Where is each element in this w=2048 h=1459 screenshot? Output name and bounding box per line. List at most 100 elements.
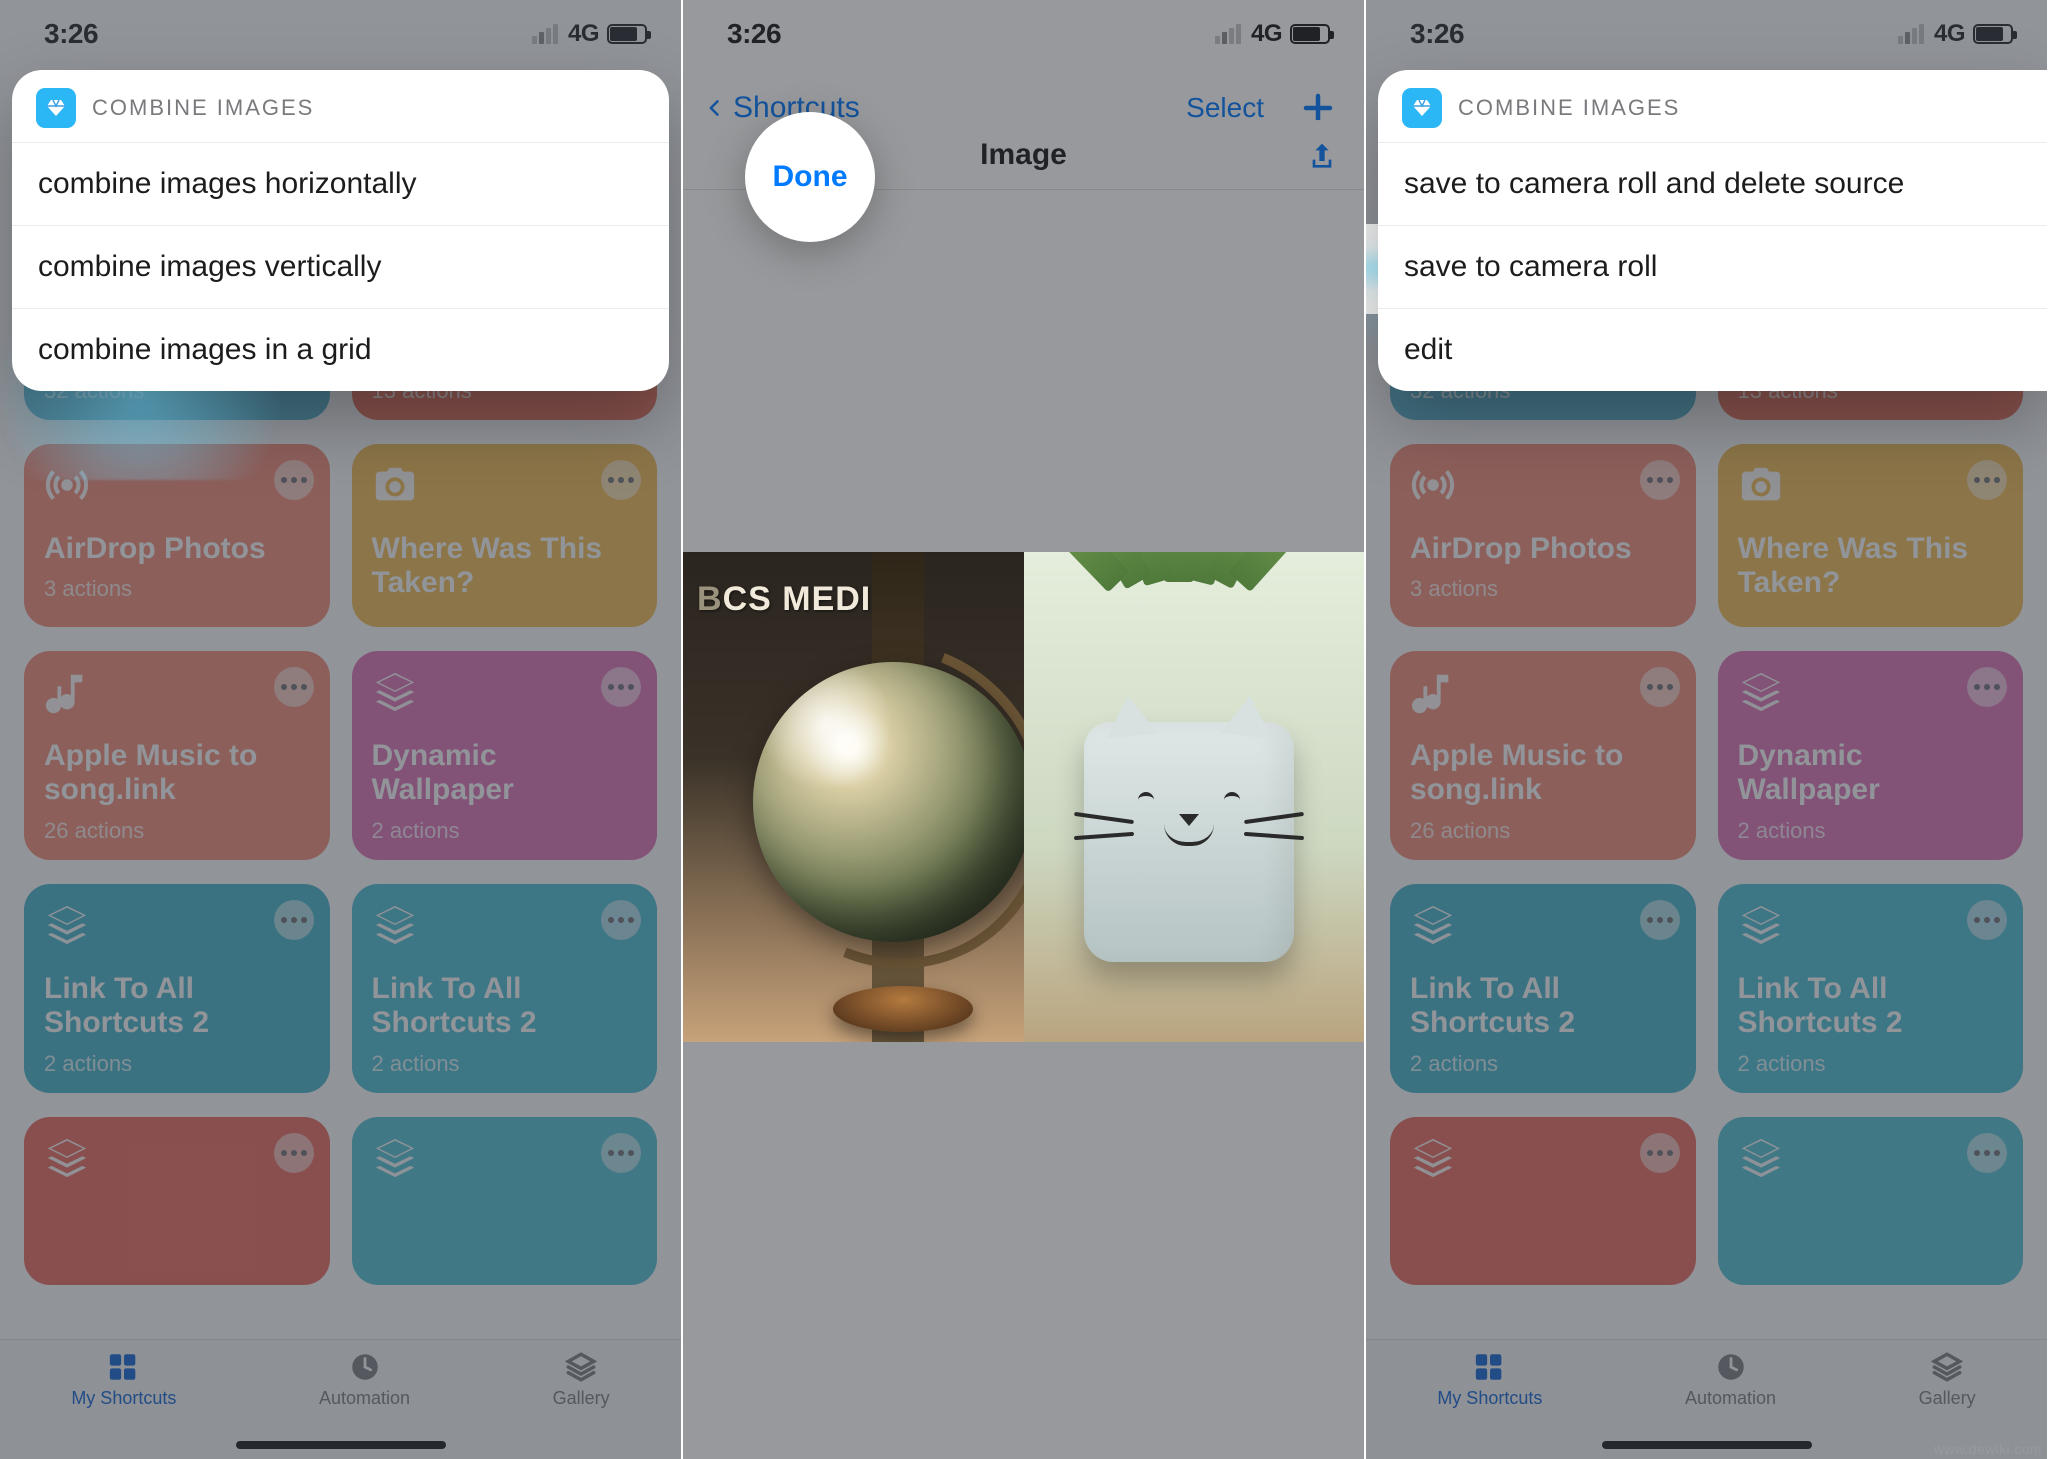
tile-apple-music-link[interactable]: Apple Music to song.link 26 actions	[24, 651, 330, 860]
tile-menu-button[interactable]	[1967, 460, 2007, 500]
tile-menu-button[interactable]	[1967, 900, 2007, 940]
tile-link-all-shortcuts-a[interactable]: Link To All Shortcuts 2 2 actions	[1390, 884, 1696, 1093]
tab-automation[interactable]: Automation	[319, 1350, 410, 1409]
tile-menu-button[interactable]	[274, 1133, 314, 1173]
tile-menu-button[interactable]	[274, 900, 314, 940]
option-vertically[interactable]: combine images vertically	[12, 225, 669, 308]
tab-my-shortcuts[interactable]: My Shortcuts	[71, 1350, 176, 1409]
tile-dynamic-wallpaper[interactable]: Dynamic Wallpaper 2 actions	[1718, 651, 2024, 860]
status-time: 3:26	[1410, 18, 1464, 50]
tile-menu-button[interactable]	[601, 667, 641, 707]
stack-icon	[44, 902, 90, 948]
tile-dynamic-wallpaper[interactable]: Dynamic Wallpaper 2 actions	[352, 651, 658, 860]
tile-title: Dynamic Wallpaper	[1738, 739, 2004, 808]
tile-menu-button[interactable]	[1640, 460, 1680, 500]
tile-airdrop-photos[interactable]: AirDrop Photos 3 actions	[1390, 444, 1696, 627]
stack-icon	[44, 1135, 90, 1181]
stack-icon	[372, 1135, 418, 1181]
stack-icon	[1738, 902, 1784, 948]
action-sheet: COMBINE IMAGES combine images horizontal…	[12, 70, 669, 391]
tab-gallery[interactable]: Gallery	[553, 1350, 610, 1409]
stack-icon	[372, 902, 418, 948]
network-label: 4G	[1934, 20, 1965, 48]
tile-title: Apple Music to song.link	[1410, 739, 1676, 808]
option-save[interactable]: save to camera roll	[1378, 225, 2047, 308]
tile-airdrop-photos[interactable]: AirDrop Photos 3 actions	[24, 444, 330, 627]
succulent-plant	[1064, 552, 1294, 602]
tab-label: Automation	[1685, 1388, 1776, 1409]
stack-soft-icon	[1927, 1350, 1967, 1384]
tab-automation[interactable]: Automation	[1685, 1350, 1776, 1409]
tile-menu-button[interactable]	[601, 1133, 641, 1173]
camera-icon	[1738, 462, 1784, 508]
tile-subtitle: 2 actions	[372, 1051, 638, 1077]
combined-image-preview: BCS MEDIA	[683, 552, 1364, 1042]
tile-title: Link To All Shortcuts 2	[44, 972, 310, 1041]
quicklook-title: Image	[980, 138, 1067, 172]
airdrop-icon	[44, 462, 90, 508]
option-grid[interactable]: combine images in a grid	[12, 308, 669, 391]
tile-subtitle: 3 actions	[44, 576, 310, 602]
done-button[interactable]: Done	[745, 112, 875, 242]
tile-extra-b[interactable]	[1718, 1117, 2024, 1285]
camera-icon	[372, 462, 418, 508]
combine-images-icon	[1402, 88, 1442, 128]
tile-menu-button[interactable]	[1967, 1133, 2007, 1173]
tile-extra-a[interactable]	[1390, 1117, 1696, 1285]
home-indicator[interactable]	[1602, 1441, 1812, 1449]
status-bar: 3:26 4G	[0, 0, 681, 62]
tile-subtitle: 2 actions	[1410, 1051, 1676, 1077]
tab-my-shortcuts[interactable]: My Shortcuts	[1437, 1350, 1542, 1409]
tile-subtitle: 2 actions	[372, 818, 638, 844]
signal-icon	[532, 24, 558, 44]
tile-title: Where Was This Taken?	[1738, 532, 2004, 601]
tile-extra-a[interactable]	[24, 1117, 330, 1285]
phone-screenshot-1: 3:26 4G Shortcuts Select All Shortcuts	[0, 0, 681, 1459]
music-icon	[1410, 669, 1456, 715]
tile-menu-button[interactable]	[274, 460, 314, 500]
tab-label: Automation	[319, 1388, 410, 1409]
status-time: 3:26	[727, 18, 781, 50]
home-indicator[interactable]	[236, 1441, 446, 1449]
tile-title: Apple Music to song.link	[44, 739, 310, 808]
action-sheet-title: COMBINE IMAGES	[1458, 95, 1680, 121]
network-label: 4G	[568, 20, 599, 48]
airdrop-icon	[1410, 462, 1456, 508]
network-label: 4G	[1251, 20, 1282, 48]
clock-icon	[1711, 1350, 1751, 1384]
tile-menu-button[interactable]	[1640, 900, 1680, 940]
tile-link-all-shortcuts-a[interactable]: Link To All Shortcuts 2 2 actions	[24, 884, 330, 1093]
stack-soft-icon	[561, 1350, 601, 1384]
tile-menu-button[interactable]	[601, 900, 641, 940]
tab-gallery[interactable]: Gallery	[1919, 1350, 1976, 1409]
battery-icon	[1973, 24, 2013, 44]
stack-icon	[1410, 902, 1456, 948]
tile-apple-music-link[interactable]: Apple Music to song.link 26 actions	[1390, 651, 1696, 860]
signal-icon	[1898, 24, 1924, 44]
tab-label: My Shortcuts	[71, 1388, 176, 1409]
tile-menu-button[interactable]	[274, 667, 314, 707]
grid-icon	[1470, 1350, 1510, 1384]
tile-link-all-shortcuts-b[interactable]: Link To All Shortcuts 2 2 actions	[1718, 884, 2024, 1093]
tile-menu-button[interactable]	[1967, 667, 2007, 707]
phone-screenshot-3: 3:26 4G Shortcuts Select All Shortcuts	[1366, 0, 2047, 1459]
status-bar: 3:26 4G	[683, 0, 1364, 62]
option-edit[interactable]: edit	[1378, 308, 2047, 391]
option-save-and-delete[interactable]: save to camera roll and delete source	[1378, 142, 2047, 225]
tile-where-was-taken[interactable]: Where Was This Taken?	[352, 444, 658, 627]
tile-title: Where Was This Taken?	[372, 532, 638, 601]
tile-menu-button[interactable]	[1640, 667, 1680, 707]
tab-label: Gallery	[553, 1388, 610, 1409]
tile-subtitle: 26 actions	[1410, 818, 1676, 844]
tile-menu-button[interactable]	[1640, 1133, 1680, 1173]
photo-left-globe: BCS MEDIA	[683, 552, 1024, 1042]
tile-link-all-shortcuts-b[interactable]: Link To All Shortcuts 2 2 actions	[352, 884, 658, 1093]
tile-menu-button[interactable]	[601, 460, 641, 500]
tile-extra-b[interactable]	[352, 1117, 658, 1285]
share-button[interactable]	[1306, 138, 1338, 181]
option-horizontally[interactable]: combine images horizontally	[12, 142, 669, 225]
tile-where-was-taken[interactable]: Where Was This Taken?	[1718, 444, 2024, 627]
signal-icon	[1215, 24, 1241, 44]
tile-subtitle: 26 actions	[44, 818, 310, 844]
battery-icon	[1290, 24, 1330, 44]
